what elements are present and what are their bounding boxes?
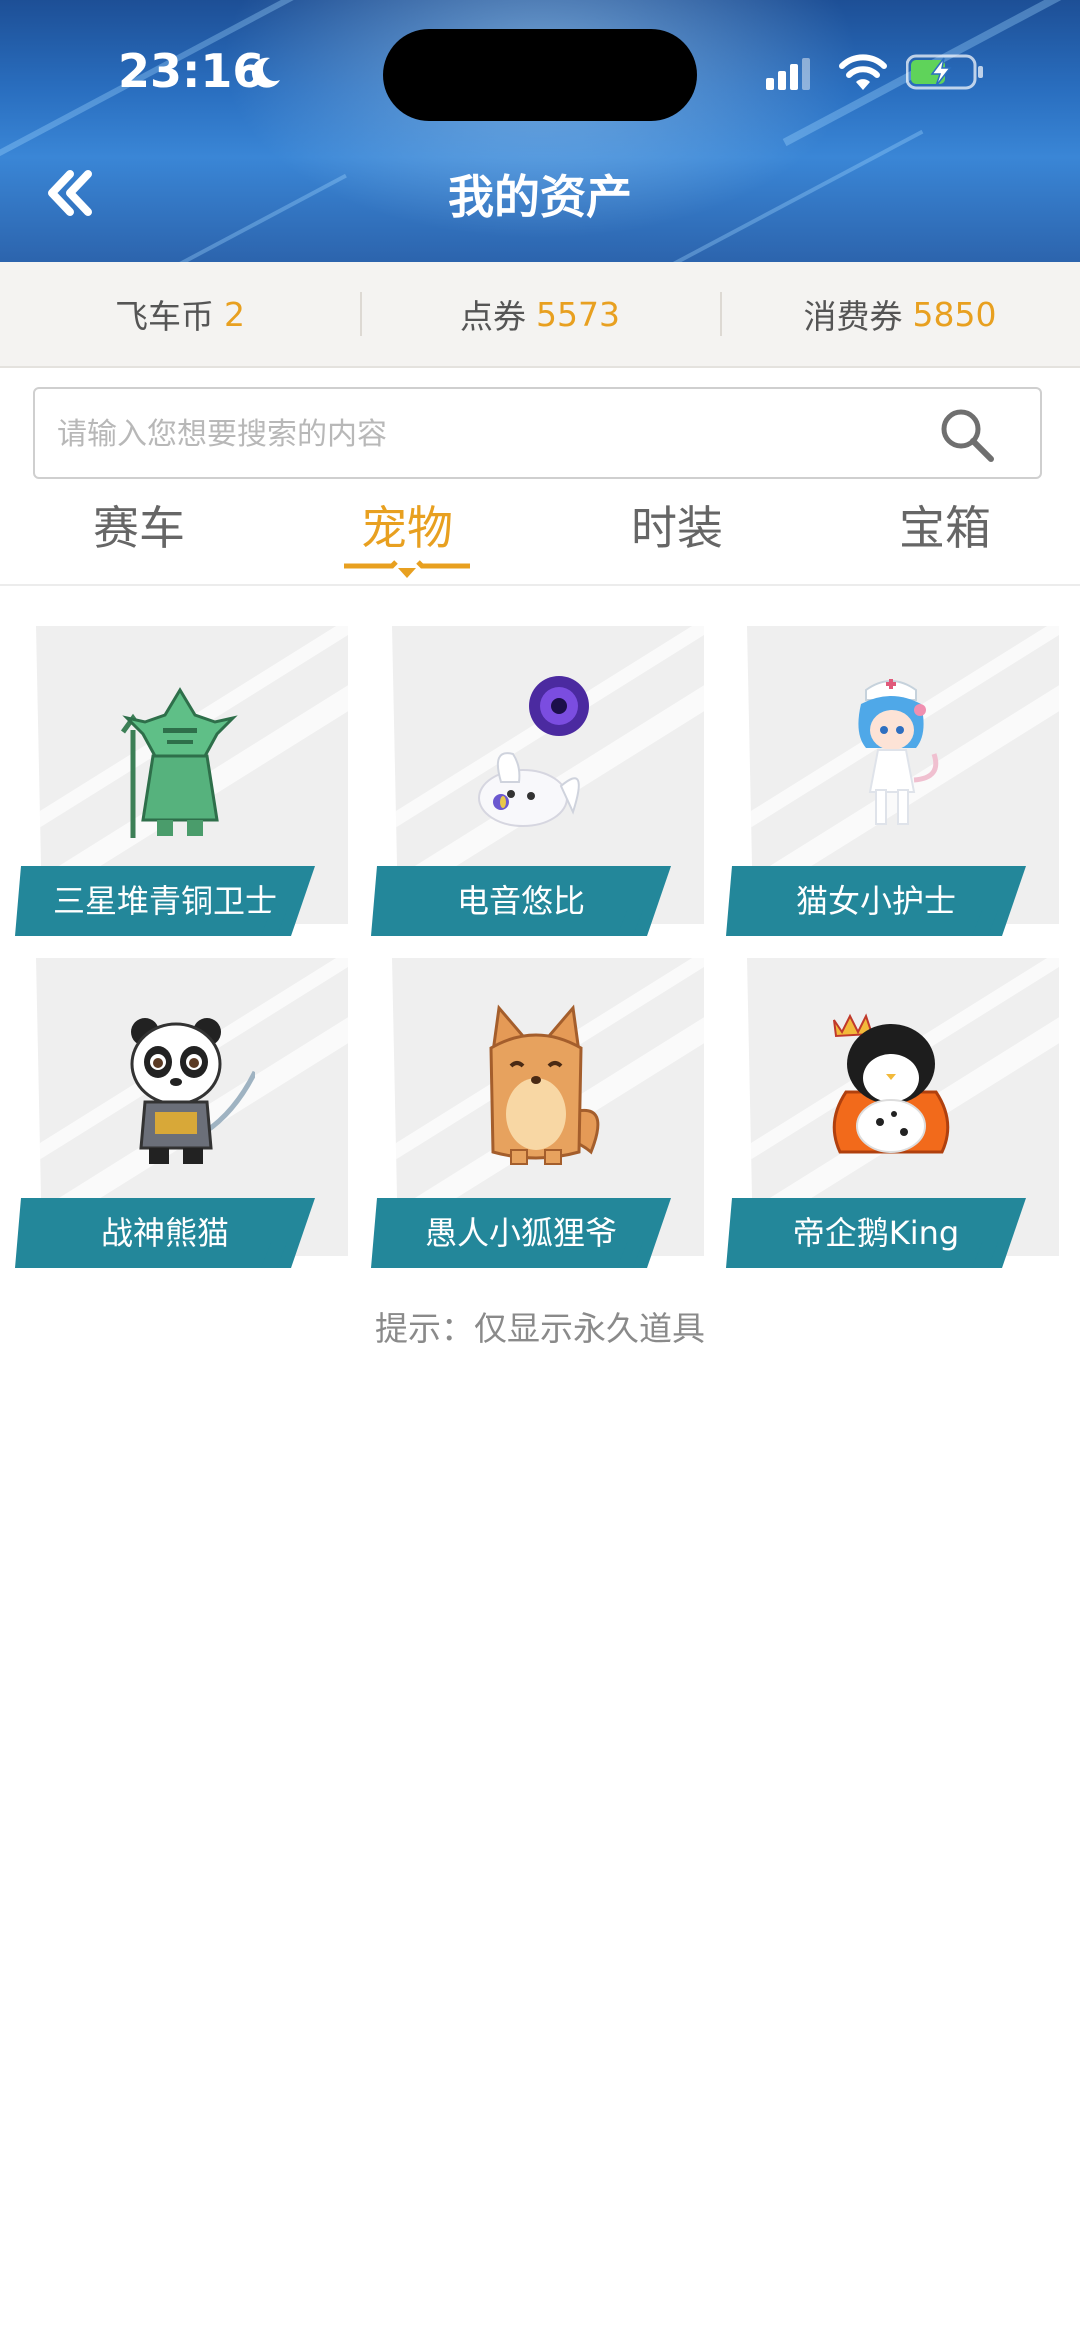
signal-icon	[766, 58, 810, 90]
active-tab-indicator	[344, 560, 470, 578]
currency-label: 消费券	[803, 297, 903, 336]
tab-cars[interactable]: 赛车	[39, 498, 239, 558]
currency-coupons: 消费券 5850	[720, 262, 1080, 366]
currency-points: 点券 5573	[360, 262, 720, 366]
moon-icon	[251, 57, 280, 88]
pet-card[interactable]: 电音悠比	[371, 626, 705, 938]
search-box	[33, 387, 1042, 479]
app-header: 23:16 我的资产	[0, 0, 1080, 262]
search-input[interactable]	[55, 389, 939, 479]
status-time: 23:16	[118, 44, 265, 98]
pet-card[interactable]: 战神熊猫	[15, 958, 349, 1270]
tab-pets[interactable]: 宠物	[307, 498, 507, 558]
warrior-panda-pet-icon	[130, 1018, 255, 1164]
currency-value: 5850	[912, 294, 997, 334]
search-icon[interactable]	[937, 405, 997, 465]
fox-pet-icon	[489, 1004, 600, 1165]
pet-card[interactable]: 愚人小狐狸爷	[371, 958, 705, 1270]
page-title: 我的资产	[448, 170, 632, 224]
currency-value: 2	[224, 294, 245, 334]
purple-bunny-pet-icon	[478, 676, 589, 827]
pet-card[interactable]: 三星堆青铜卫士	[15, 626, 349, 938]
king-penguin-pet-icon	[832, 1013, 950, 1154]
currency-label: 点券	[460, 297, 526, 336]
currency-bar: 飞车币 2 点券 5573 消费券 5850	[0, 262, 1080, 368]
bronze-guardian-pet-icon	[120, 687, 238, 838]
dynamic-island	[383, 29, 697, 121]
category-tabs: 赛车 宠物 时装 宝箱	[0, 492, 1080, 586]
currency-label: 飞车币	[115, 297, 214, 336]
status-bar: 23:16	[0, 0, 1080, 150]
pet-card[interactable]: 猫女小护士	[726, 626, 1060, 938]
nurse-cat-girl-pet-icon	[858, 679, 939, 825]
hint-text: 提示：仅显示永久道具	[375, 1309, 705, 1348]
currency-speedcoin: 飞车币 2	[0, 262, 360, 366]
tab-chests[interactable]: 宝箱	[845, 498, 1045, 558]
tab-fashion[interactable]: 时装	[577, 498, 777, 558]
battery-icon	[906, 54, 983, 90]
pet-card[interactable]: 帝企鹅King	[726, 958, 1060, 1270]
currency-value: 5573	[536, 294, 620, 334]
wifi-icon	[839, 54, 887, 90]
